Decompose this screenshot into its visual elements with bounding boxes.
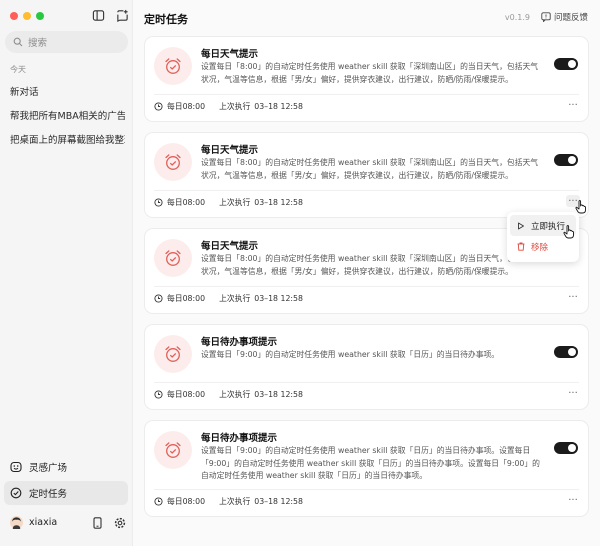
task-last-run-label: 上次执行 xyxy=(219,294,251,303)
task-enable-toggle[interactable] xyxy=(554,58,578,70)
nav-scheduled-tasks[interactable]: 定时任务 xyxy=(4,481,128,505)
avatar xyxy=(10,516,23,529)
play-icon xyxy=(518,222,524,229)
divider xyxy=(154,94,579,95)
conversation-item[interactable]: 帮我把所有MBA相关的广告邮件... xyxy=(10,108,125,122)
main-panel: 定时任务 v0.1.9 问题反馈 每日天气提示 设置每日「8:00」的自动定时任… xyxy=(133,0,600,546)
task-description: 设置每日「8:00」的自动定时任务使用 weather skill 获取「深圳南… xyxy=(201,62,539,84)
divider xyxy=(154,286,579,287)
feedback-button[interactable]: 问题反馈 xyxy=(541,11,588,23)
task-card[interactable]: 每日待办事项提示 设置每日「9:00」的自动定时任务使用 weather ski… xyxy=(144,324,589,410)
smiley-icon xyxy=(10,461,22,473)
alarm-clock-icon xyxy=(154,47,192,85)
divider xyxy=(154,489,579,490)
task-meta: 每日08:00 上次执行 03–18 12:58 xyxy=(154,389,303,400)
clock-icon xyxy=(154,390,163,399)
task-card[interactable]: 每日待办事项提示 设置每日「9:00」的自动定时任务使用 weather ski… xyxy=(144,420,589,517)
sidebar: 搜索 今天 新对话 帮我把所有MBA相关的广告邮件... 把桌面上的屏幕截图给我… xyxy=(0,0,133,546)
task-enable-toggle[interactable] xyxy=(554,346,578,358)
alarm-clock-icon xyxy=(154,143,192,181)
nav-scheduled-tasks-label: 定时任务 xyxy=(29,489,68,500)
run-now-label: 立即执行 xyxy=(531,221,566,232)
clock-icon xyxy=(154,497,163,506)
task-meta: 每日08:00 上次执行 03–18 12:58 xyxy=(154,496,303,507)
search-icon xyxy=(13,37,23,47)
hand-cursor-icon xyxy=(563,225,574,239)
task-title: 每日天气提示 xyxy=(201,49,259,60)
user-profile[interactable]: xiaxia xyxy=(10,516,57,529)
task-last-run-label: 上次执行 xyxy=(219,390,251,399)
close-window-button[interactable] xyxy=(10,12,18,20)
remove-menu-item[interactable]: 移除 xyxy=(510,236,576,257)
task-last-run: 03–18 12:58 xyxy=(254,294,303,303)
alarm-clock-icon xyxy=(154,335,192,373)
feedback-label: 问题反馈 xyxy=(553,13,588,23)
task-description: 设置每日「8:00」的自动定时任务使用 weather skill 获取「深圳南… xyxy=(201,158,539,180)
task-description: 设置每日「9:00」的自动定时任务使用 weather skill 获取「日历」… xyxy=(201,446,540,480)
task-meta: 每日08:00 上次执行 03–18 12:58 xyxy=(154,293,303,304)
task-schedule: 每日08:00 xyxy=(167,390,206,399)
check-circle-icon xyxy=(10,487,22,499)
task-last-run: 03–18 12:58 xyxy=(254,497,303,506)
clock-icon xyxy=(154,102,163,111)
more-options-button[interactable]: ··· xyxy=(566,494,580,506)
more-options-button[interactable]: ··· xyxy=(566,99,580,111)
nav-inspiration-label: 灵感广场 xyxy=(29,463,68,474)
task-last-run: 03–18 12:58 xyxy=(254,102,303,111)
nav-inspiration[interactable]: 灵感广场 xyxy=(4,455,128,479)
feedback-icon xyxy=(541,12,551,22)
task-meta: 每日08:00 上次执行 03–18 12:58 xyxy=(154,197,303,208)
task-enable-toggle[interactable] xyxy=(554,442,578,454)
more-options-button[interactable]: ··· xyxy=(566,387,580,399)
task-last-run-label: 上次执行 xyxy=(219,102,251,111)
task-title: 每日待办事项提示 xyxy=(201,433,278,444)
conversation-item[interactable]: 新对话 xyxy=(10,84,125,98)
task-title: 每日天气提示 xyxy=(201,145,259,156)
task-last-run-label: 上次执行 xyxy=(219,198,251,207)
divider xyxy=(154,190,579,191)
task-card[interactable]: 每日天气提示 设置每日「8:00」的自动定时任务使用 weather skill… xyxy=(144,36,589,122)
divider xyxy=(154,382,579,383)
minimize-window-button[interactable] xyxy=(23,12,31,20)
remove-label: 移除 xyxy=(531,242,549,253)
clock-icon xyxy=(154,198,163,207)
task-schedule: 每日08:00 xyxy=(167,102,206,111)
settings-icon[interactable] xyxy=(114,517,126,529)
alarm-clock-icon xyxy=(154,431,192,469)
task-schedule: 每日08:00 xyxy=(167,294,206,303)
task-description: 设置每日「9:00」的自动定时任务使用 weather skill 获取「日历」… xyxy=(201,350,500,359)
task-title: 每日天气提示 xyxy=(201,241,259,252)
section-today-label: 今天 xyxy=(10,65,26,74)
hand-cursor-icon xyxy=(575,200,586,214)
window-controls xyxy=(10,12,44,20)
version-label: v0.1.9 xyxy=(504,13,530,22)
user-name: xiaxia xyxy=(29,517,58,528)
page-title: 定时任务 xyxy=(144,13,188,26)
conversation-item[interactable]: 把桌面上的屏幕截图给我整理一下 xyxy=(10,132,125,146)
alarm-clock-icon xyxy=(154,239,192,277)
phone-icon[interactable] xyxy=(92,517,103,529)
maximize-window-button[interactable] xyxy=(36,12,44,20)
new-chat-icon[interactable] xyxy=(116,9,129,22)
task-last-run-label: 上次执行 xyxy=(219,497,251,506)
task-title: 每日待办事项提示 xyxy=(201,337,278,348)
task-last-run: 03–18 12:58 xyxy=(254,390,303,399)
search-placeholder: 搜索 xyxy=(28,38,48,49)
more-options-button[interactable]: ··· xyxy=(566,291,580,303)
task-meta: 每日08:00 上次执行 03–18 12:58 xyxy=(154,101,303,112)
task-card[interactable]: 每日天气提示 设置每日「8:00」的自动定时任务使用 weather skill… xyxy=(144,132,589,218)
clock-icon xyxy=(154,294,163,303)
task-last-run: 03–18 12:58 xyxy=(254,198,303,207)
task-description: 设置每日「8:00」的自动定时任务使用 weather skill 获取「深圳南… xyxy=(201,254,539,276)
search-input[interactable]: 搜索 xyxy=(5,31,128,53)
sidebar-toggle-icon[interactable] xyxy=(92,9,105,22)
task-enable-toggle[interactable] xyxy=(554,154,578,166)
task-schedule: 每日08:00 xyxy=(167,497,206,506)
task-schedule: 每日08:00 xyxy=(167,198,206,207)
trash-icon xyxy=(517,242,525,251)
